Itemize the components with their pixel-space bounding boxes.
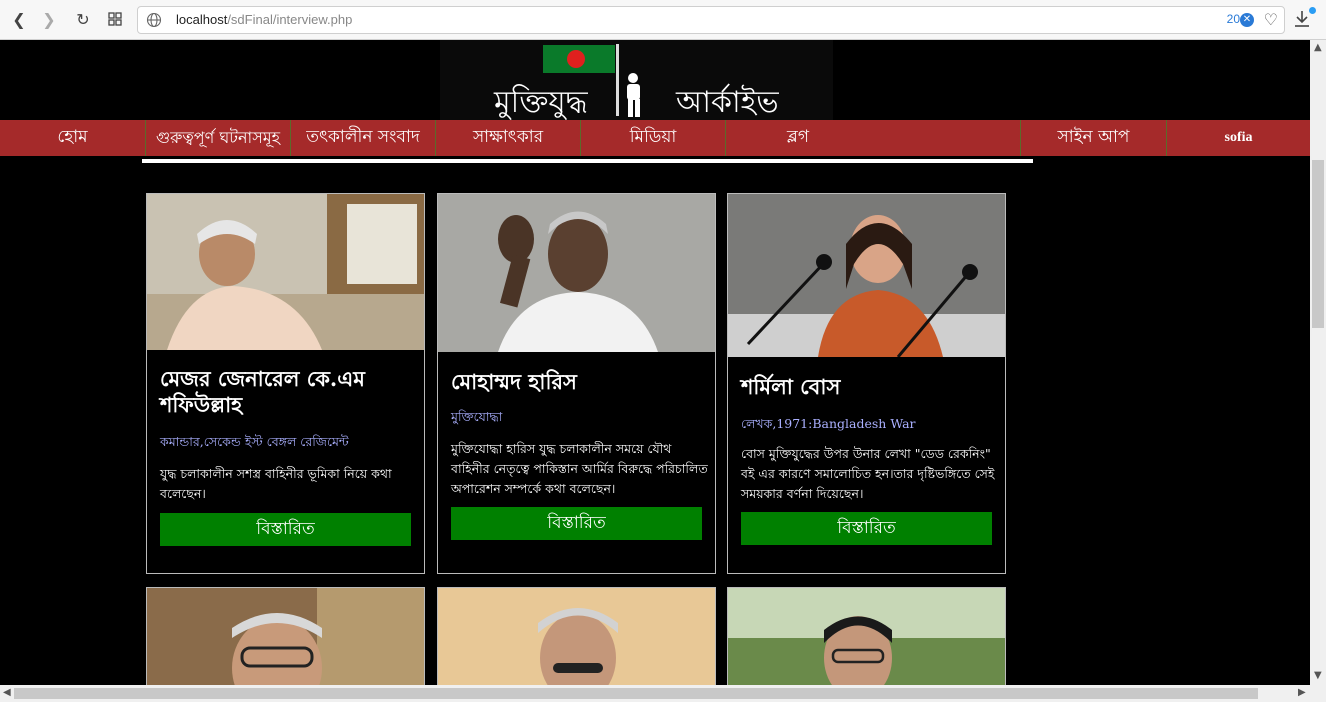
back-icon[interactable]: ❮ bbox=[8, 8, 30, 30]
shield-icon[interactable]: ✕ bbox=[1240, 13, 1254, 27]
menu-item-blog[interactable]: ব্লগ bbox=[725, 120, 870, 156]
interviewee-photo bbox=[438, 588, 715, 685]
browser-toolbar: ❮ ❯ ↻ localhost/sdFinal/interview.php 20… bbox=[0, 0, 1326, 40]
scroll-thumb[interactable] bbox=[1312, 160, 1324, 328]
interviewee-photo bbox=[728, 588, 1005, 685]
interview-summary: মুক্তিযোদ্ধা হারিস যুদ্ধ চলাকালীন সময়ে … bbox=[451, 441, 708, 496]
soldier-icon bbox=[627, 73, 640, 117]
interviewee-photo bbox=[728, 194, 1005, 357]
interview-card bbox=[727, 587, 1006, 685]
interviewee-photo bbox=[147, 588, 424, 685]
interview-card: শর্মিলা বোস লেখক,1971:Bangladesh War বোস… bbox=[727, 193, 1006, 574]
interviewee-role: মুক্তিযোদ্ধা bbox=[451, 409, 503, 424]
vertical-scrollbar[interactable]: ▲ ▼ bbox=[1310, 40, 1326, 685]
divider bbox=[142, 159, 1033, 163]
tabs-grid-icon[interactable] bbox=[104, 8, 126, 30]
main-menu: হোম গুরুত্বপূর্ণ ঘটনাসমূহ তৎকালীন সংবাদ … bbox=[0, 120, 1310, 156]
scroll-left-icon[interactable]: ◀ bbox=[3, 687, 11, 698]
menu-item-news[interactable]: তৎকালীন সংবাদ bbox=[290, 120, 435, 156]
site-logo[interactable]: মুক্তিযুদ্ধ আর্কাইভ bbox=[440, 40, 833, 120]
menu-item-signup[interactable]: সাইন আপ bbox=[1020, 120, 1166, 156]
scroll-right-icon[interactable]: ▶ bbox=[1298, 687, 1306, 698]
interviewee-role: কমান্ডার,সেকেন্ড ইস্ট বেঙ্গল রেজিমেন্ট bbox=[160, 434, 349, 449]
details-button[interactable]: বিস্তারিত bbox=[451, 507, 702, 540]
scroll-thumb[interactable] bbox=[14, 688, 1258, 699]
interviewee-name: শর্মিলা বোস bbox=[741, 374, 841, 399]
interviewee-photo bbox=[438, 194, 715, 352]
address-bar[interactable]: localhost/sdFinal/interview.php 20 ✕ ♡ bbox=[137, 6, 1285, 34]
scroll-up-icon[interactable]: ▲ bbox=[1314, 42, 1322, 53]
interview-summary: যুদ্ধ চলাকালীন সশস্ত্র বাহিনীর ভূমিকা নি… bbox=[160, 466, 392, 501]
interview-card: মোহাম্মদ হারিস মুক্তিযোদ্ধা মুক্তিযোদ্ধা… bbox=[437, 193, 716, 574]
page-viewport: মুক্তিযুদ্ধ আর্কাইভ হোম গুরুত্বপূর্ণ ঘটন… bbox=[0, 40, 1310, 685]
scroll-down-icon[interactable]: ▼ bbox=[1314, 670, 1322, 681]
menu-item-media[interactable]: মিডিয়া bbox=[580, 120, 725, 156]
interviewee-photo bbox=[147, 194, 424, 350]
details-button[interactable]: বিস্তারিত bbox=[160, 513, 411, 546]
menu-item-user[interactable]: sofia bbox=[1166, 120, 1310, 156]
reload-icon[interactable]: ↻ bbox=[72, 8, 94, 30]
menu-item-interviews[interactable]: সাক্ষাৎকার bbox=[435, 120, 580, 156]
flag-icon bbox=[543, 45, 615, 73]
interviewee-name: মোহাম্মদ হারিস bbox=[451, 369, 577, 394]
interview-card: মেজর জেনারেল কে.এম শফিউল্লাহ কমান্ডার,সে… bbox=[146, 193, 425, 574]
details-button[interactable]: বিস্তারিত bbox=[741, 512, 992, 545]
forward-icon[interactable]: ❯ bbox=[38, 8, 60, 30]
interview-card bbox=[437, 587, 716, 685]
interview-card bbox=[146, 587, 425, 685]
horizontal-scrollbar[interactable]: ◀ ▶ bbox=[0, 685, 1326, 702]
download-indicator bbox=[1309, 7, 1316, 14]
interview-summary: বোস মুক্তিযুদ্ধের উপর উনার লেখা "ডেড রেক… bbox=[741, 446, 995, 501]
tracker-count[interactable]: 20 bbox=[1227, 12, 1240, 26]
interviewee-role: লেখক,1971:Bangladesh War bbox=[741, 416, 916, 431]
heart-icon[interactable]: ♡ bbox=[1264, 10, 1278, 29]
url-text: localhost/sdFinal/interview.php bbox=[176, 12, 353, 27]
interviewee-name: মেজর জেনারেল কে.এম শফিউল্লাহ bbox=[160, 366, 365, 417]
globe-icon bbox=[146, 12, 162, 28]
menu-item-home[interactable]: হোম bbox=[0, 120, 145, 156]
menu-item-events[interactable]: গুরুত্বপূর্ণ ঘটনাসমূহ bbox=[145, 120, 290, 156]
